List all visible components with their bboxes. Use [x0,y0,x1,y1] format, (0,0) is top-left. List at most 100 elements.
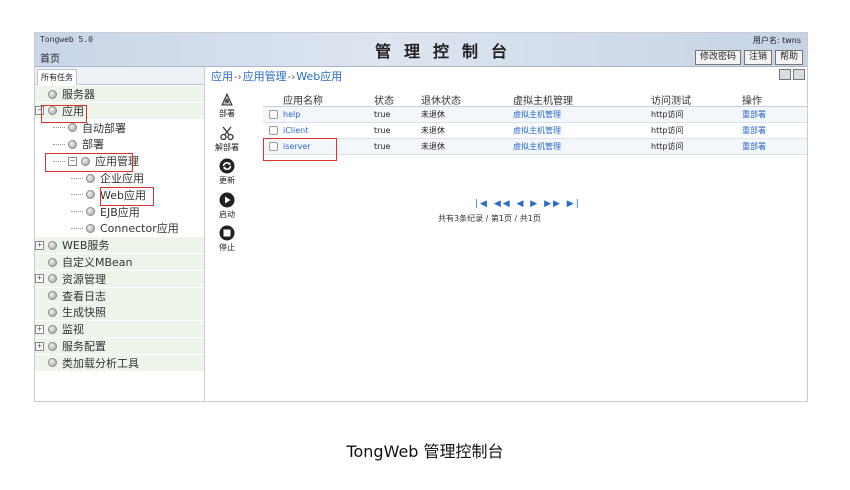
tree-node-label: 自动部署 [82,121,126,135]
table-row: help true 未退休 虚拟主机管理 http访问 重部署 [263,107,807,123]
node-bullet-icon [86,223,95,233]
tree-node[interactable]: + WEB服务 [35,237,204,254]
home-link[interactable]: 首页 [40,50,60,65]
node-bullet-icon [48,89,57,99]
task-tabs: 所有任务 [35,67,204,85]
column-header: 状态 [374,96,394,107]
tree-node-label: WEB服务 [62,239,110,253]
node-bullet-icon [48,307,57,317]
status-cell: true [374,142,391,151]
tree-node[interactable]: Connector应用 [35,220,179,236]
tree-node[interactable]: 部署 [35,136,104,152]
play-icon [219,192,235,208]
breadcrumb-arrow: -› [287,72,296,83]
tab-all-tasks[interactable]: 所有任务 [37,69,77,85]
table-row: iserver true 未退休 虚拟主机管理 http访问 重部署 [263,139,807,155]
header-bar: Tongweb 5.0 首页 管理控制台 用户名: twns 修改密码 注销 帮… [35,33,807,67]
tree-node-label: 服务配置 [62,340,106,353]
tree-node-label: 服务器 [62,88,95,101]
tree-node[interactable]: 企业应用 [35,170,144,186]
column-header: 操作 [742,96,762,107]
stop-icon [219,225,235,241]
tree-node[interactable]: + 监视 [35,321,204,338]
header-spacer [263,91,283,106]
page-title: 管理控制台 [375,42,521,61]
logout-button[interactable]: 注销 [743,50,772,65]
pagination-controls[interactable]: |◀ ◀◀ ◀ ▶ ▶▶ ▶| [475,199,581,209]
app-name-link[interactable]: help [283,110,374,119]
app-name-link[interactable]: iClient [283,126,374,135]
http-test-cell: http访问 [651,142,684,151]
column-header: 虚拟主机管理 [513,96,573,107]
header-buttons: 修改密码 注销 帮助 [694,50,803,65]
status-cell: true [374,126,391,135]
table-row: iClient true 未退休 虚拟主机管理 http访问 重部署 [263,123,807,139]
row-checkbox[interactable] [268,126,278,135]
stop-button[interactable]: 停止 [209,225,245,253]
tree-node[interactable]: 查看日志 [35,287,204,304]
undeploy-button[interactable]: 解部署 [209,125,245,153]
stop-label: 停止 [219,243,235,252]
retire-status-cell: 未退休 [421,110,445,119]
undeploy-label: 解部署 [215,143,239,152]
restore-icon[interactable] [779,69,791,80]
row-select-cell [263,110,283,119]
start-label: 启动 [219,210,235,219]
tree-node[interactable]: + 服务配置 [35,338,204,354]
retire-status-cell: 未退休 [421,142,445,151]
refresh-icon [219,158,235,174]
window-controls [779,69,805,80]
redeploy-link[interactable]: 重部署 [742,141,802,152]
expand-icon[interactable]: + [35,240,44,250]
breadcrumb-item[interactable]: 应用管理 [243,70,287,83]
highlight-box [41,105,87,123]
expand-icon[interactable]: + [35,324,44,334]
deploy-icon [221,92,233,106]
figure-caption: TongWeb 管理控制台 [346,442,504,461]
status-cell: true [374,110,391,119]
breadcrumb-item[interactable]: Web应用 [296,70,342,83]
table-header: 应用名称 状态 退休状态 虚拟主机管理 访问测试 操作 [263,91,807,107]
tree-connector [71,211,83,213]
vhost-link[interactable]: 虚拟主机管理 [513,141,651,152]
redeploy-link[interactable]: 重部署 [742,125,802,136]
vhost-link[interactable]: 虚拟主机管理 [513,109,651,120]
breadcrumb: 应用-›应用管理-›Web应用 [211,68,342,84]
tree-node[interactable]: + 资源管理 [35,270,204,287]
highlight-box [45,153,133,172]
refresh-button[interactable]: 更新 [209,158,245,186]
tree-node-label: 生成快照 [62,306,106,320]
column-header: 退休状态 [421,96,461,107]
tree-connector [71,194,83,196]
tree-node[interactable]: 服务器 [35,86,204,102]
row-checkbox[interactable] [268,110,278,119]
help-button[interactable]: 帮助 [774,50,803,65]
breadcrumb-item[interactable]: 应用 [211,70,233,83]
node-bullet-icon [48,257,57,267]
username-label: 用户名: twns [752,36,801,45]
refresh-label: 更新 [219,176,235,185]
vhost-link[interactable]: 虚拟主机管理 [513,125,651,136]
tree-connector [53,143,65,145]
tree-node[interactable]: 自定义MBean [35,254,204,270]
tree-node[interactable]: 类加载分析工具 [35,354,204,371]
tree-node[interactable]: 生成快照 [35,304,204,321]
redeploy-link[interactable]: 重部署 [742,109,802,120]
breadcrumb-arrow: -› [234,72,242,83]
row-select-cell [263,126,283,135]
tree-node-label: 资源管理 [62,272,106,286]
tree-connector [71,177,83,179]
pagination-info: 共有3条纪录 / 第1页 / 共1页 [438,214,541,223]
tree-node-label: 查看日志 [62,289,106,303]
highlight-box [100,187,154,206]
expand-icon[interactable]: + [35,341,44,351]
start-button[interactable]: 启动 [209,192,245,220]
maximize-icon[interactable] [793,69,805,80]
deploy-button[interactable]: 部署 [209,91,245,119]
web-app-table: 应用名称 状态 退休状态 虚拟主机管理 访问测试 操作 help true 未退休虚… [263,91,807,155]
expand-icon[interactable]: + [35,274,44,284]
deploy-label: 部署 [219,109,235,118]
change-password-button[interactable]: 修改密码 [694,50,741,65]
retire-status-cell: 未退休 [421,126,445,135]
version-label: Tongweb 5.0 [40,35,93,44]
